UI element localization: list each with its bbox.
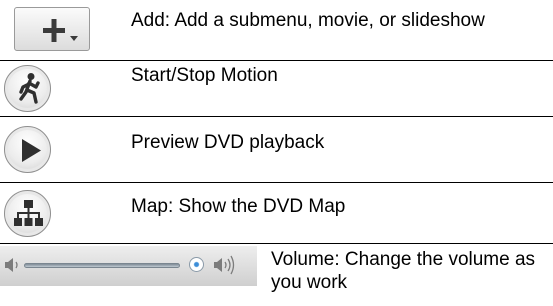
- legend-row-volume: Volume: Change the volume as you work: [0, 246, 553, 306]
- legend-icon-cell: [0, 183, 116, 243]
- legend-icon-cell: [0, 0, 116, 60]
- legend-icon-cell: [0, 117, 116, 182]
- volume-description: Volume: Change the volume as you work: [271, 249, 536, 293]
- volume-high-icon: [214, 255, 235, 275]
- add-plus-dropdown-icon: [43, 19, 78, 42]
- legend-row-map: Map: Show the DVD Map: [0, 183, 553, 243]
- preview-description: Preview DVD playback: [131, 132, 325, 153]
- add-button[interactable]: [14, 7, 90, 51]
- legend-icon-cell: [0, 61, 116, 116]
- legend-row-add: Add: Add a submenu, movie, or slideshow: [0, 0, 553, 60]
- start-stop-motion-button[interactable]: [4, 65, 51, 112]
- dvd-map-button[interactable]: [4, 190, 51, 237]
- preview-play-button[interactable]: [4, 126, 51, 173]
- start-stop-motion-icon: [19, 73, 40, 104]
- toolbar-icon-legend: Add: Add a submenu, movie, or slideshow …: [0, 0, 553, 306]
- map-description: Map: Show the DVD Map: [131, 196, 346, 217]
- dvd-map-icon: [14, 200, 43, 226]
- motion-description: Start/Stop Motion: [131, 65, 278, 86]
- legend-row-motion: Start/Stop Motion: [0, 61, 553, 116]
- volume-low-icon: [5, 258, 18, 272]
- volume-slider[interactable]: [0, 246, 257, 286]
- add-description: Add: Add a submenu, movie, or slideshow: [131, 10, 485, 31]
- preview-play-icon: [22, 139, 41, 162]
- volume-track[interactable]: [24, 263, 180, 268]
- volume-thumb[interactable]: [189, 257, 204, 272]
- legend-row-preview: Preview DVD playback: [0, 117, 553, 182]
- row-divider: [0, 243, 553, 244]
